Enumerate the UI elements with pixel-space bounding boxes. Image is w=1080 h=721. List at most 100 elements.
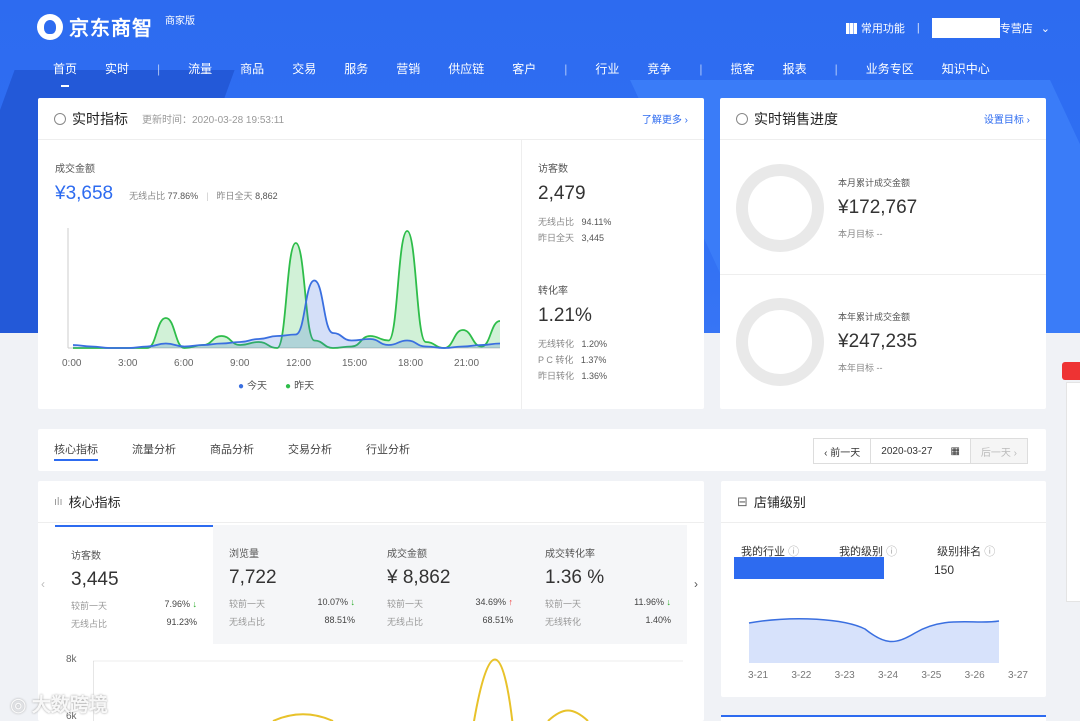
carousel-right-arrow[interactable]: › xyxy=(694,577,698,591)
nav-customers[interactable]: 客户 xyxy=(512,60,536,77)
conversion-label: 转化率 xyxy=(538,286,568,297)
gmv-label: 成交金额 xyxy=(55,164,95,175)
level-trend-chart xyxy=(748,617,1000,663)
rank-value: 150 xyxy=(934,563,955,577)
core-title: 核心指标 xyxy=(68,495,121,510)
nav-marketing[interactable]: 营销 xyxy=(396,60,420,77)
trend-area xyxy=(749,618,999,663)
analysis-tabs: 核心指标 流量分析 商品分析 交易分析 行业分析 ‹ 前一天 2020-03-2… xyxy=(38,429,1046,471)
core-chart xyxy=(93,658,683,721)
tab-trade[interactable]: 交易分析 xyxy=(288,429,332,471)
yday-value: 8,862 xyxy=(255,191,278,201)
redacted-industry xyxy=(734,557,884,579)
x-tick-label: 15:00 xyxy=(342,358,367,369)
core-series-line xyxy=(272,713,334,721)
jd-logo-icon xyxy=(37,13,63,40)
grid-icon xyxy=(845,22,857,34)
nav-reports[interactable]: 报表 xyxy=(783,60,807,77)
kpi-pageviews[interactable]: 浏览量 7,722 较前一天 10.07% ↓ 无线占比 88.51% xyxy=(213,525,371,644)
prev-day-button[interactable]: ‹ 前一天 xyxy=(814,439,872,463)
update-time: 更新时间：2020-03-28 19:53:11 xyxy=(142,115,285,126)
help-icon[interactable]: ⓘ xyxy=(886,546,897,558)
legend-yesterday: 昨天 xyxy=(294,381,315,392)
date-picker: ‹ 前一天 2020-03-27 ▦ 后一天 › xyxy=(813,438,1028,464)
x-tick-label: 6:00 xyxy=(174,358,194,369)
sales-progress-card: 实时销售进度 设置目标 › 本月累计成交金额 ¥172,767 本月目标 -- … xyxy=(720,98,1046,409)
bar-chart-icon: ılı xyxy=(54,495,63,508)
learn-more-link[interactable]: 了解更多 › xyxy=(642,111,688,126)
month-goal: 本月目标 -- xyxy=(838,229,883,239)
core-series-line xyxy=(547,709,589,721)
floating-widget[interactable] xyxy=(1062,362,1080,380)
conversion-value: 1.21% xyxy=(538,305,592,326)
level-title: 店铺级别 xyxy=(753,495,806,510)
nav-industry[interactable]: 行业 xyxy=(595,60,619,77)
calendar-icon: ▦ xyxy=(950,445,960,457)
clock-icon xyxy=(54,112,66,125)
tab-products[interactable]: 商品分析 xyxy=(210,429,254,471)
chart-legend: 今天 昨天 xyxy=(238,377,314,392)
next-day-button[interactable]: 后一天 › xyxy=(970,439,1027,463)
wireless-value: 77.86% xyxy=(167,191,199,201)
sales-title: 实时销售进度 xyxy=(754,110,838,127)
level-x-axis: 3-21 3-22 3-23 3-24 3-25 3-26 3-27 xyxy=(748,670,1028,681)
down-arrow-icon: ↓ xyxy=(350,597,356,607)
x-tick-label: 0:00 xyxy=(62,358,82,369)
chevron-down-icon[interactable]: ⌄ xyxy=(1041,22,1050,35)
tab-traffic[interactable]: 流量分析 xyxy=(132,429,176,471)
visitors-label: 访客数 xyxy=(538,164,568,175)
date-value: 2020-03-27 xyxy=(881,445,933,457)
store-level-card: ⊟ 店铺级别 我的行业 ⓘ 我的级别 ⓘ 级别排名 ⓘ 150 3-21 3-22… xyxy=(721,481,1046,697)
legend-today: 今天 xyxy=(247,381,268,392)
down-arrow-icon: ↓ xyxy=(192,599,198,609)
realtime-title: 实时指标 xyxy=(72,110,128,127)
tab-core[interactable]: 核心指标 xyxy=(54,429,98,471)
gmv-value: ¥3,658 xyxy=(55,183,114,204)
store-suffix[interactable]: 专营店 xyxy=(1000,20,1033,36)
help-icon[interactable]: ⓘ xyxy=(984,546,995,558)
nav-competition[interactable]: 竞争 xyxy=(647,60,671,77)
kpi-visitors[interactable]: 访客数 3,445 较前一天 7.96% ↓ 无线占比 91.23% xyxy=(55,525,213,644)
x-tick-label: 9:00 xyxy=(230,358,250,369)
y-tick: 8k xyxy=(66,654,77,665)
core-metrics-card: ılı 核心指标 ‹ › 访客数 3,445 较前一天 7.96% ↓ 无线占比 9… xyxy=(38,481,704,721)
logo[interactable]: 京东商智 商家版 xyxy=(37,12,195,41)
visitors-value: 2,479 xyxy=(538,183,586,204)
nav-products[interactable]: 商品 xyxy=(240,60,264,77)
target-icon xyxy=(736,112,748,125)
logo-text: 京东商智 xyxy=(69,18,153,40)
realtime-card: 实时指标 更新时间：2020-03-28 19:53:11 了解更多 › 成交金… xyxy=(38,98,704,409)
nav-trade[interactable]: 交易 xyxy=(292,60,316,77)
yday-label: 昨日全天 xyxy=(216,191,253,201)
nav-supply[interactable]: 供应链 xyxy=(448,60,484,77)
nav-traffic[interactable]: 流量 xyxy=(188,60,212,77)
floating-panel xyxy=(1066,382,1080,602)
main-nav: 首页 实时 | 流量 商品 交易 服务 营销 供应链 客户 | 行业 竞争 | … xyxy=(53,60,990,87)
tab-industry[interactable]: 行业分析 xyxy=(366,429,410,471)
x-tick-label: 12:00 xyxy=(286,358,311,369)
up-arrow-icon: ↑ xyxy=(508,597,514,607)
nav-acquire[interactable]: 揽客 xyxy=(731,60,755,77)
year-progress-ring xyxy=(736,298,824,386)
common-functions-button[interactable]: 常用功能 xyxy=(861,20,905,36)
wireless-label: 无线占比 xyxy=(129,191,166,201)
rank-label: 级别排名 ⓘ xyxy=(937,546,996,558)
x-tick-label: 3:00 xyxy=(118,358,138,369)
nav-realtime[interactable]: 实时 xyxy=(105,60,129,77)
nav-knowledge[interactable]: 知识中心 xyxy=(942,60,990,77)
store-icon: ⊟ xyxy=(737,493,748,509)
nav-home[interactable]: 首页 xyxy=(53,60,77,87)
realtime-chart: 0:00 3:00 6:00 9:00 12:00 15:00 18:00 21:00 xyxy=(62,228,501,369)
month-label: 本月累计成交金额 xyxy=(838,178,911,188)
set-target-link[interactable]: 设置目标 › xyxy=(984,111,1030,126)
edition-label: 商家版 xyxy=(165,16,195,27)
nav-service[interactable]: 服务 xyxy=(344,60,368,77)
kpi-conversion[interactable]: 成交转化率 1.36 % 较前一天 11.96% ↓ 无线转化 1.40% xyxy=(529,525,687,644)
nav-business[interactable]: 业务专区 xyxy=(866,60,914,77)
kpi-gmv[interactable]: 成交金额 ¥ 8,862 较前一天 34.69% ↑ 无线占比 68.51% xyxy=(371,525,529,644)
carousel-left-arrow[interactable]: ‹ xyxy=(41,577,45,591)
store-name-redacted xyxy=(931,18,1000,38)
watermark: ◎ 大数跨境 xyxy=(10,695,108,716)
month-value: ¥172,767 xyxy=(838,197,918,218)
bottom-card-stub xyxy=(721,715,1046,721)
